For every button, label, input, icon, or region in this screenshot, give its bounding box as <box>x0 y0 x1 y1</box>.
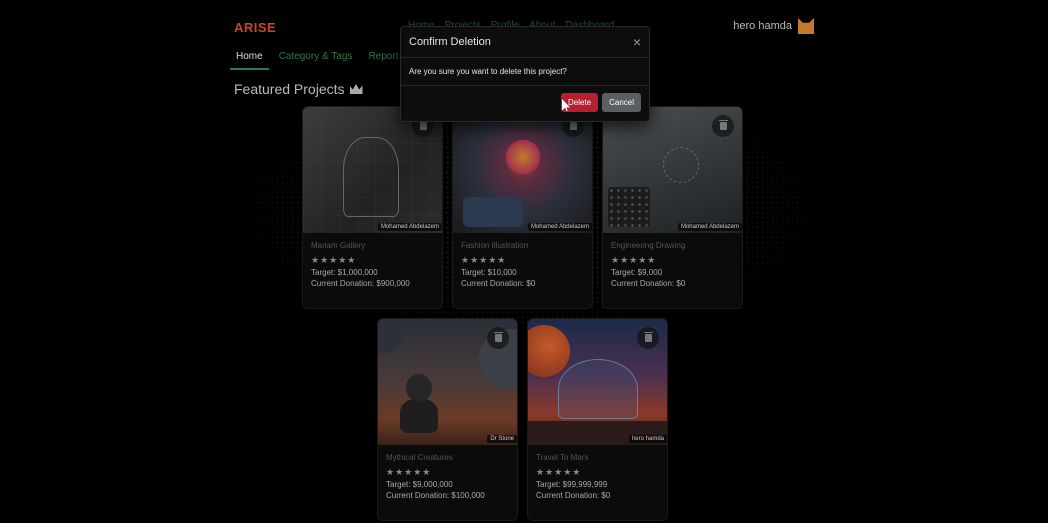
star-rating: ★★★★★ <box>611 255 657 265</box>
delete-trash-icon[interactable] <box>487 327 509 349</box>
project-image[interactable]: Mohamed Abdelazem <box>453 107 592 233</box>
delete-trash-icon[interactable] <box>637 327 659 349</box>
project-image[interactable]: hero hamda <box>528 319 667 445</box>
section-title-text: Featured Projects <box>234 81 345 97</box>
project-target: Target: $99,999,999 <box>536 480 608 489</box>
project-donation: Current Donation: $900,000 <box>311 279 410 288</box>
modal-footer: Delete Cancel <box>401 86 649 112</box>
image-credit: hero hamda <box>628 435 667 443</box>
app-logo[interactable]: ARISE <box>234 20 276 35</box>
star-rating: ★★★★★ <box>536 467 582 477</box>
project-image[interactable]: Mohamed Abdelazem <box>603 107 742 233</box>
project-donation: Current Donation: $0 <box>536 491 611 500</box>
project-image[interactable]: Dr Stone <box>378 319 517 445</box>
project-donation: Current Donation: $100,000 <box>386 491 485 500</box>
project-target: Target: $1,000,000 <box>311 268 378 277</box>
project-card-engineering-drawing[interactable]: Mohamed Abdelazem Engineering Drawing ★★… <box>602 106 743 309</box>
star-rating: ★★★★★ <box>311 255 357 265</box>
project-title[interactable]: Mythical Creatures <box>386 453 517 462</box>
tab-category-tags[interactable]: Category & Tags <box>273 49 359 70</box>
section-title: Featured Projects <box>234 81 363 97</box>
project-card-mariam-gallery[interactable]: Mohamed Abdelazem Mariam Gallery ★★★★★ T… <box>302 106 443 309</box>
delete-trash-icon[interactable] <box>712 115 734 137</box>
star-rating: ★★★★★ <box>386 467 432 477</box>
project-donation: Current Donation: $0 <box>611 279 686 288</box>
project-card-travel-to-mars[interactable]: hero hamda Travel To Mars ★★★★★ Target: … <box>527 318 668 521</box>
project-title[interactable]: Mariam Gallery <box>311 241 442 250</box>
project-title[interactable]: Engineering Drawing <box>611 241 742 250</box>
crown-icon <box>349 84 363 94</box>
project-target: Target: $9,000 <box>611 268 663 277</box>
fox-avatar-icon[interactable] <box>798 18 814 34</box>
project-title[interactable]: Travel To Mars <box>536 453 667 462</box>
project-image[interactable]: Mohamed Abdelazem <box>303 107 442 233</box>
tab-report[interactable]: Report <box>362 49 404 70</box>
image-credit: Mohamed Abdelazem <box>677 223 742 231</box>
cancel-button[interactable]: Cancel <box>602 93 641 112</box>
project-card-mythical-creatures[interactable]: Dr Stone Mythical Creatures ★★★★★ Target… <box>377 318 518 521</box>
image-credit: Mohamed Abdelazem <box>377 223 442 231</box>
star-rating: ★★★★★ <box>461 255 507 265</box>
project-donation: Current Donation: $0 <box>461 279 536 288</box>
modal-title: Confirm Deletion <box>409 36 491 48</box>
confirm-deletion-modal: Confirm Deletion × Are you sure you want… <box>400 26 650 122</box>
user-menu[interactable]: hero hamda <box>733 18 814 34</box>
project-card-fashion-illustration[interactable]: Mohamed Abdelazem Fashion Illustration ★… <box>452 106 593 309</box>
project-target: Target: $10,000 <box>461 268 517 277</box>
tab-bar: Home Category & Tags Report <box>230 49 408 70</box>
modal-message: Are you sure you want to delete this pro… <box>401 58 649 86</box>
image-credit: Mohamed Abdelazem <box>527 223 592 231</box>
modal-header: Confirm Deletion × <box>401 27 649 58</box>
image-credit: Dr Stone <box>487 435 517 443</box>
user-name: hero hamda <box>733 20 792 32</box>
project-target: Target: $9,000,000 <box>386 480 453 489</box>
close-icon[interactable]: × <box>633 35 641 49</box>
tab-home[interactable]: Home <box>230 49 269 70</box>
project-title[interactable]: Fashion Illustration <box>461 241 592 250</box>
